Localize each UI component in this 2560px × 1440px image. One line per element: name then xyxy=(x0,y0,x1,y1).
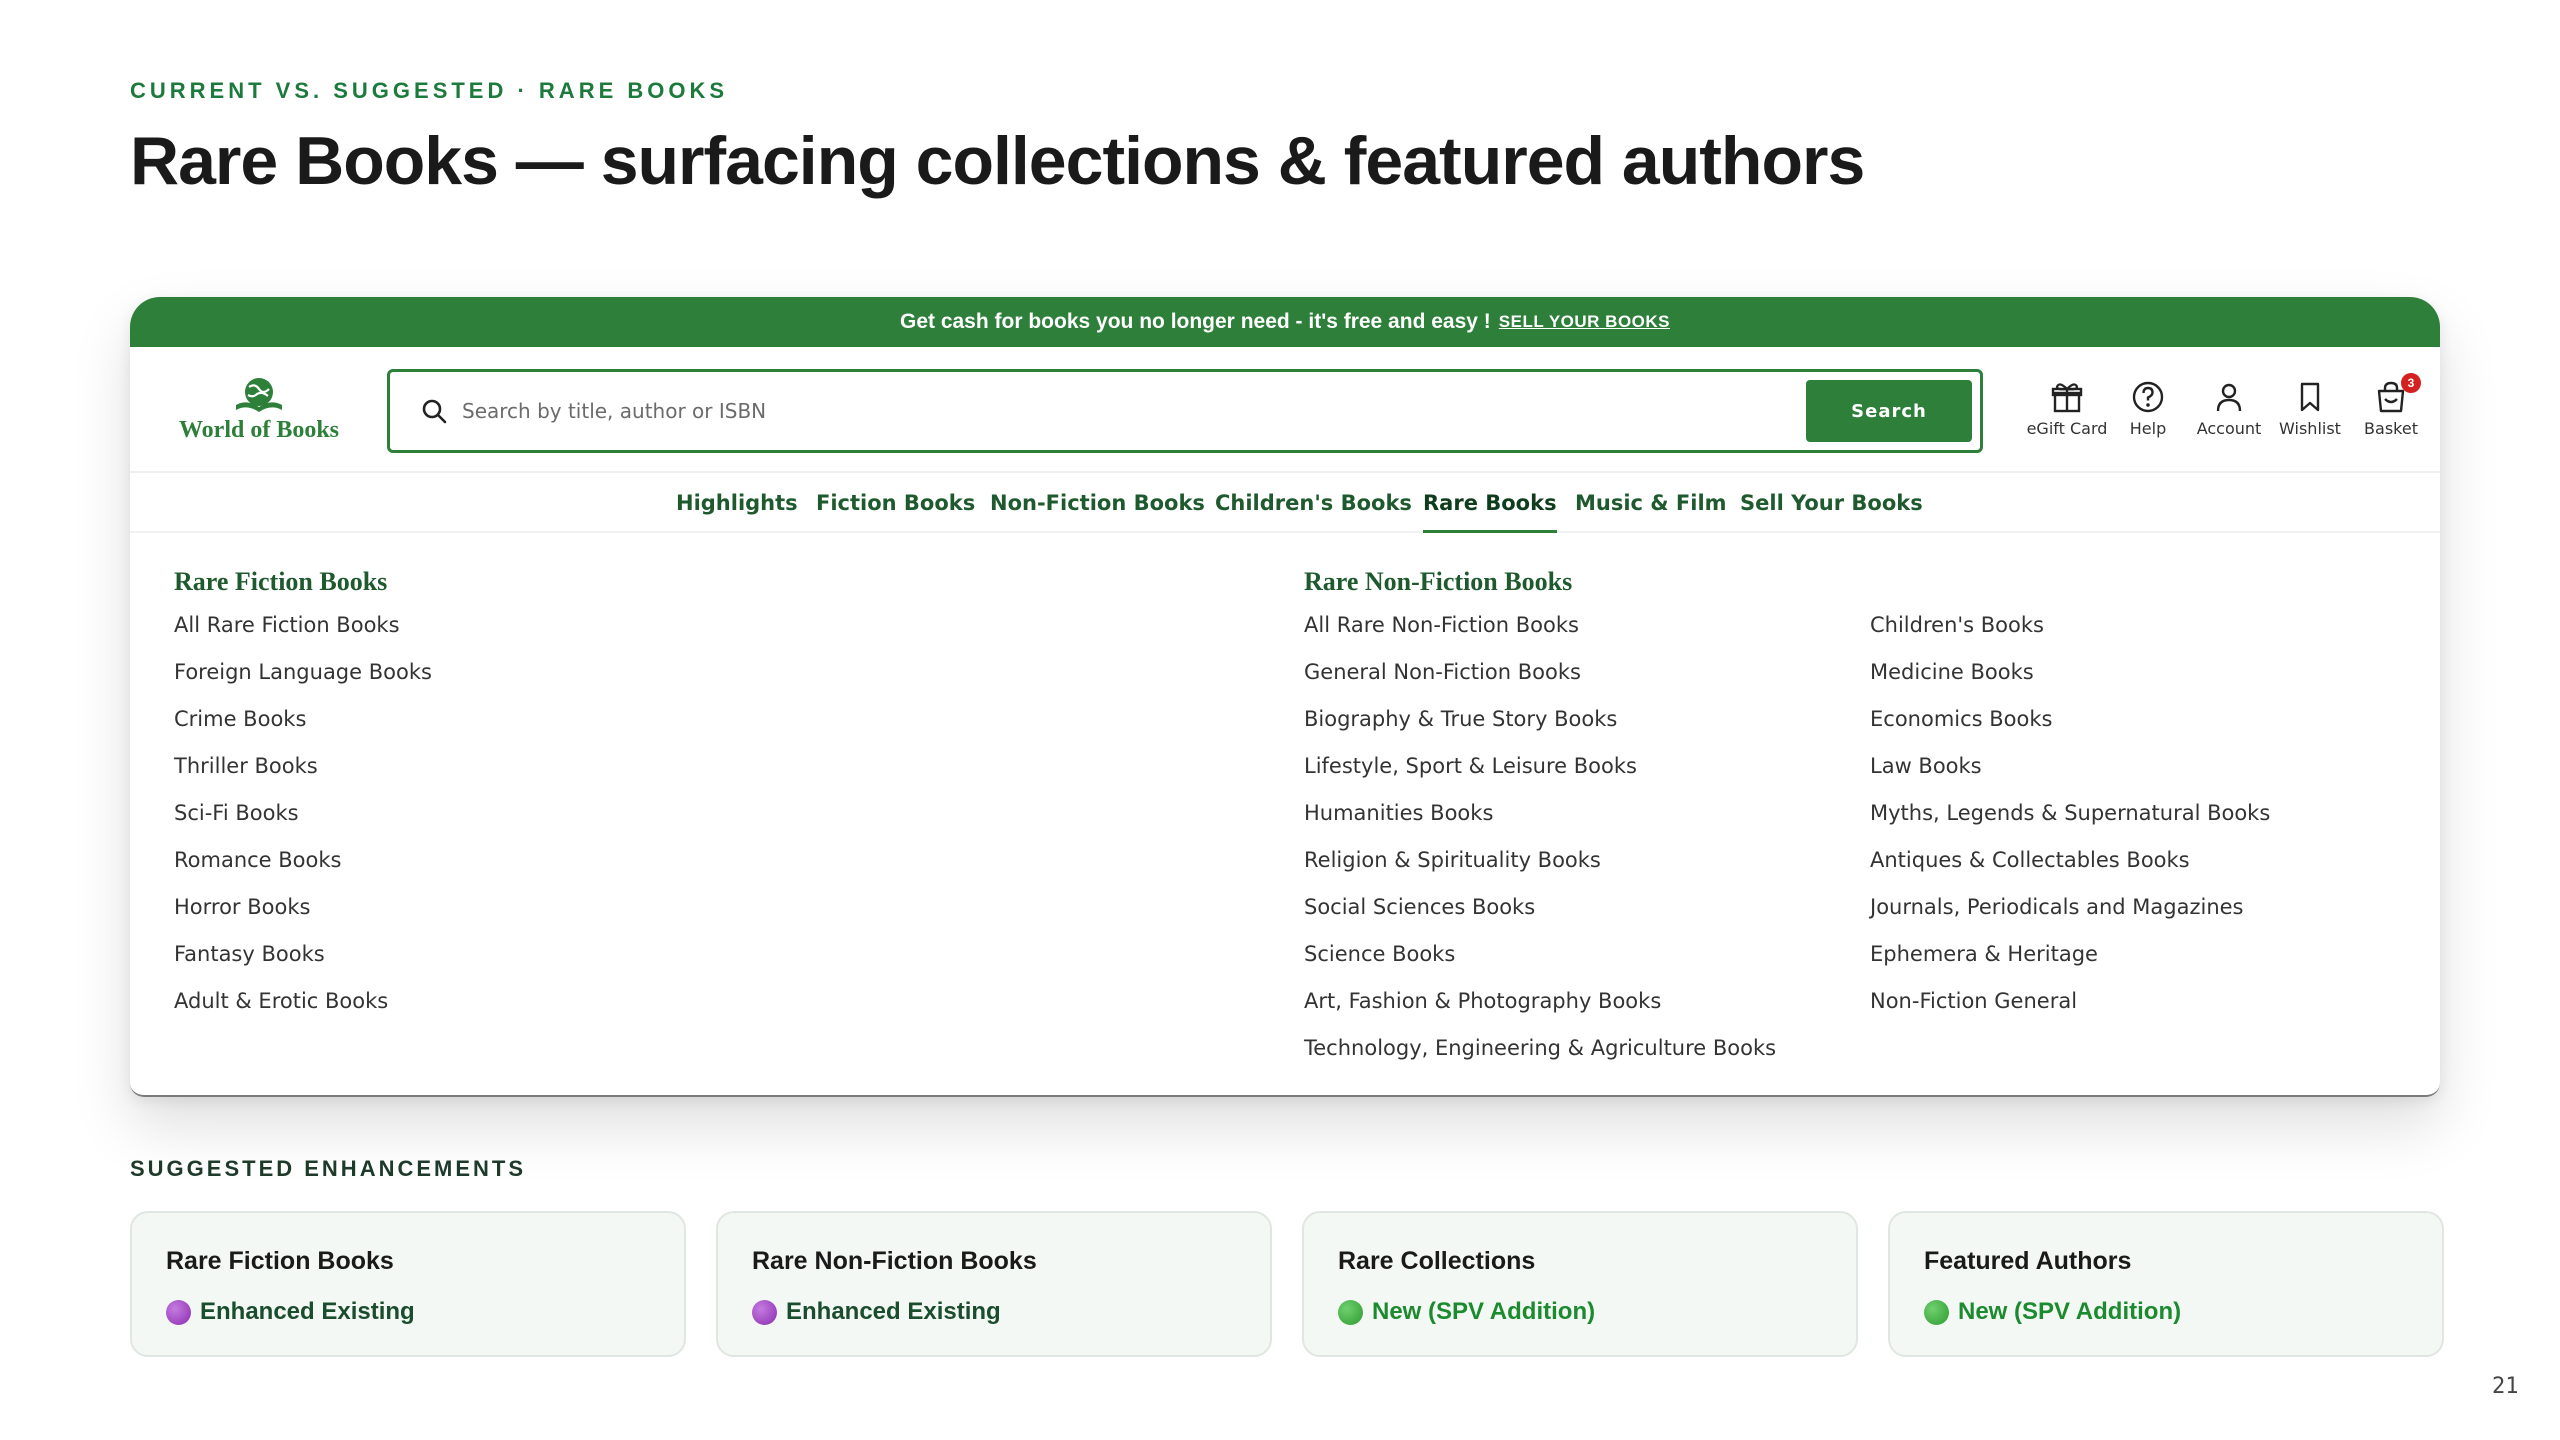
menu-link[interactable]: Fantasy Books xyxy=(174,942,432,989)
nav-non-fiction-books[interactable]: Non-Fiction Books xyxy=(990,473,1205,533)
promo-text: Get cash for books you no longer need - … xyxy=(899,310,1491,333)
basket-button[interactable]: 3 Basket xyxy=(2343,373,2439,438)
card-status-text: New (SPV Addition) xyxy=(1372,1298,1596,1325)
page-title: Rare Books — surfacing collections & fea… xyxy=(130,123,1865,199)
menu-link[interactable]: Thriller Books xyxy=(174,754,432,801)
menu-link[interactable]: Adult & Erotic Books xyxy=(174,989,432,1036)
menu-link[interactable]: Lifestyle, Sport & Leisure Books xyxy=(1304,754,1776,801)
suggestion-card-rare-collections: Rare Collections New (SPV Addition) xyxy=(1302,1211,1858,1357)
menu-link[interactable]: Horror Books xyxy=(174,895,432,942)
menu-link[interactable]: Law Books xyxy=(1870,754,2270,801)
nav-rare-books[interactable]: Rare Books xyxy=(1423,473,1557,533)
menu-link[interactable]: Foreign Language Books xyxy=(174,660,432,707)
menu-link[interactable]: Children's Books xyxy=(1870,613,2270,660)
search-button[interactable]: Search xyxy=(1806,380,1972,442)
card-title: Featured Authors xyxy=(1924,1247,2132,1275)
basket-count-badge: 3 xyxy=(2401,373,2421,393)
card-title: Rare Collections xyxy=(1338,1247,1536,1275)
rare-non-fiction-heading[interactable]: Rare Non-Fiction Books xyxy=(1304,567,1572,597)
menu-link[interactable]: Social Sciences Books xyxy=(1304,895,1776,942)
gift-icon xyxy=(2051,383,2083,413)
menu-link[interactable]: Art, Fashion & Photography Books xyxy=(1304,989,1776,1036)
suggested-enhancements-label: SUGGESTED ENHANCEMENTS xyxy=(130,1156,527,1181)
menu-link[interactable]: Antiques & Collectables Books xyxy=(1870,848,2270,895)
card-status: Enhanced Existing xyxy=(752,1298,1270,1326)
menu-link[interactable]: Romance Books xyxy=(174,848,432,895)
rare-non-fiction-list-2: Children's Books Medicine Books Economic… xyxy=(1870,613,2270,1036)
menu-link[interactable]: Journals, Periodicals and Magazines xyxy=(1870,895,2270,942)
nav-fiction-books[interactable]: Fiction Books xyxy=(816,473,975,533)
search-input[interactable] xyxy=(462,381,1806,441)
card-status-text: Enhanced Existing xyxy=(786,1298,1001,1325)
green-dot-icon xyxy=(1924,1299,1949,1325)
card-status-text: New (SPV Addition) xyxy=(1958,1298,2182,1325)
rare-fiction-list: All Rare Fiction Books Foreign Language … xyxy=(174,613,432,1036)
menu-link[interactable]: General Non-Fiction Books xyxy=(1304,660,1776,707)
card-status: New (SPV Addition) xyxy=(1924,1298,2442,1326)
page-number: 21 xyxy=(2492,1374,2519,1399)
slide-eyebrow: CURRENT VS. SUGGESTED · RARE BOOKS xyxy=(130,78,729,103)
egift-card-label: eGift Card xyxy=(2026,419,2108,438)
main-nav: Highlights Fiction Books Non-Fiction Boo… xyxy=(130,473,2440,533)
purple-dot-icon xyxy=(166,1299,191,1325)
purple-dot-icon xyxy=(752,1299,777,1325)
nav-childrens-books[interactable]: Children's Books xyxy=(1215,473,1412,533)
menu-link[interactable]: Humanities Books xyxy=(1304,801,1776,848)
nav-music-film[interactable]: Music & Film xyxy=(1575,473,1727,533)
menu-link[interactable]: All Rare Fiction Books xyxy=(174,613,432,660)
account-label: Account xyxy=(2196,419,2262,438)
menu-link[interactable]: Technology, Engineering & Agriculture Bo… xyxy=(1304,1036,1776,1083)
card-title: Rare Fiction Books xyxy=(166,1247,394,1275)
menu-link[interactable]: Crime Books xyxy=(174,707,432,754)
menu-link[interactable]: Biography & True Story Books xyxy=(1304,707,1776,754)
menu-link[interactable]: Ephemera & Heritage xyxy=(1870,942,2270,989)
card-status: Enhanced Existing xyxy=(166,1298,684,1326)
suggestion-card-featured-authors: Featured Authors New (SPV Addition) xyxy=(1888,1211,2444,1357)
menu-link[interactable]: Science Books xyxy=(1304,942,1776,989)
rare-books-mega-menu: Rare Fiction Books All Rare Fiction Book… xyxy=(130,533,2440,1093)
promo-banner: Get cash for books you no longer need - … xyxy=(130,297,2440,347)
help-icon xyxy=(2132,381,2164,413)
menu-link[interactable]: Non-Fiction General xyxy=(1870,989,2270,1036)
rare-fiction-heading[interactable]: Rare Fiction Books xyxy=(174,567,387,597)
search-icon xyxy=(422,399,447,424)
bookmark-icon xyxy=(2300,382,2320,412)
account-icon xyxy=(2216,383,2242,412)
card-status: New (SPV Addition) xyxy=(1338,1298,1856,1326)
basket-label: Basket xyxy=(2364,419,2418,438)
help-label: Help xyxy=(2129,419,2167,438)
rare-non-fiction-list-1: All Rare Non-Fiction Books General Non-F… xyxy=(1304,613,1776,1083)
sell-your-books-link[interactable]: SELL YOUR BOOKS xyxy=(1499,312,1670,332)
card-title: Rare Non-Fiction Books xyxy=(752,1247,1037,1275)
site-logo[interactable]: World of Books xyxy=(174,375,344,445)
menu-link[interactable]: Sci-Fi Books xyxy=(174,801,432,848)
website-screenshot: Get cash for books you no longer need - … xyxy=(130,297,2440,1097)
logo-text: World of Books xyxy=(178,417,340,443)
search-bar: Search xyxy=(387,369,1983,453)
suggestion-card-rare-non-fiction: Rare Non-Fiction Books Enhanced Existing xyxy=(716,1211,1272,1357)
site-header: World of Books Search eGift Card xyxy=(130,347,2440,473)
green-dot-icon xyxy=(1338,1299,1363,1325)
menu-link[interactable]: Religion & Spirituality Books xyxy=(1304,848,1776,895)
nav-sell-your-books[interactable]: Sell Your Books xyxy=(1740,473,1923,533)
menu-link[interactable]: Medicine Books xyxy=(1870,660,2270,707)
wishlist-label: Wishlist xyxy=(2279,419,2341,438)
menu-link[interactable]: All Rare Non-Fiction Books xyxy=(1304,613,1776,660)
menu-link[interactable]: Myths, Legends & Supernatural Books xyxy=(1870,801,2270,848)
globe-book-icon xyxy=(236,378,282,412)
menu-link[interactable]: Economics Books xyxy=(1870,707,2270,754)
nav-highlights[interactable]: Highlights xyxy=(676,473,798,533)
suggestion-card-rare-fiction: Rare Fiction Books Enhanced Existing xyxy=(130,1211,686,1357)
card-status-text: Enhanced Existing xyxy=(200,1298,415,1325)
